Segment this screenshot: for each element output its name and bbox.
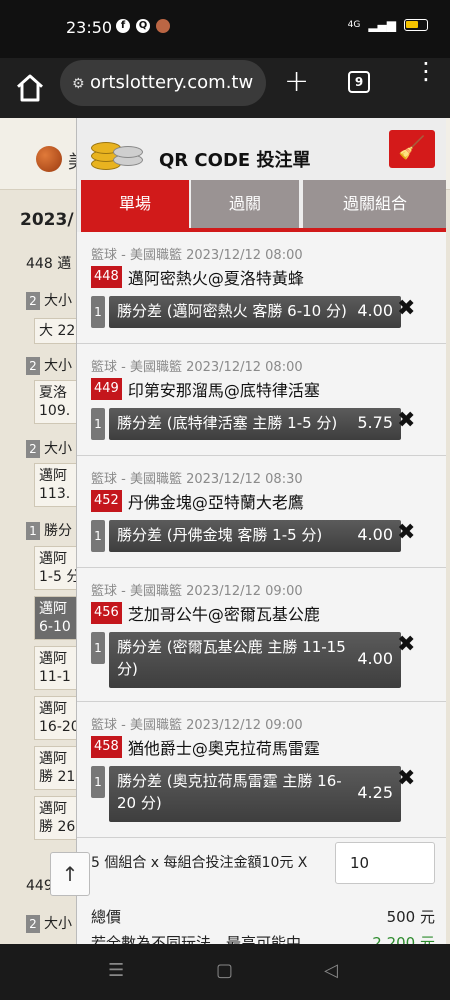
battery-icon	[404, 19, 428, 31]
scroll-to-top-button[interactable]: ↑	[50, 852, 90, 896]
signal-label: 4G	[347, 20, 361, 30]
game-number-badge: 449	[91, 378, 122, 400]
game-name: 芝加哥公牛@密爾瓦基公鹿	[127, 605, 320, 624]
site-settings-icon[interactable]: ⚙	[72, 61, 90, 106]
avatar-icon	[156, 19, 170, 33]
max-win-value: 2,200 元	[372, 934, 435, 944]
notification-icons: f Q	[116, 19, 170, 33]
background-row: 448 邁	[26, 256, 72, 272]
background-date: 2023/	[20, 210, 74, 230]
close-icon[interactable]: ✖	[397, 632, 415, 657]
tab-parlay[interactable]: 過關	[191, 180, 299, 228]
clock: 23:50	[66, 18, 113, 37]
pick-index: 1	[91, 766, 105, 798]
pick-odds: 4.00	[357, 649, 393, 668]
pick-text: 勝分差 (邁阿密熱火 客勝 6-10 分)	[117, 302, 347, 320]
pick-odds: 5.75	[357, 413, 393, 432]
game-number-badge: 448	[91, 266, 122, 288]
max-win-label: 若全數為不同玩法，最高可能中	[91, 934, 302, 944]
bet-item: 籃球 - 美國職籃 2023/12/12 09:00 458 猶他爵士@奧克拉荷馬…	[77, 702, 446, 838]
facebook-icon: f	[116, 19, 130, 33]
bet-meta: 籃球 - 美國職籃 2023/12/12 09:00	[91, 718, 303, 733]
clear-slip-button[interactable]: 🧹	[389, 130, 435, 168]
menu-icon[interactable]: ⋮	[414, 59, 438, 83]
total-value: 500 元	[386, 908, 435, 926]
pick-text: 勝分差 (奧克拉荷馬雷霆 主勝 16-20 分)	[117, 772, 342, 812]
bet-meta: 籃球 - 美國職籃 2023/12/12 08:00	[91, 360, 303, 375]
back-icon[interactable]: ◁	[324, 960, 338, 981]
background-row: 2 大小	[26, 290, 82, 318]
broom-icon: 🧹	[398, 136, 426, 161]
tab-switcher-button[interactable]: 9	[348, 71, 370, 93]
game-number-badge: 456	[91, 602, 122, 624]
bet-meta: 籃球 - 美國職籃 2023/12/12 09:00	[91, 584, 303, 599]
new-tab-icon[interactable]: +	[284, 64, 309, 99]
game-name: 猶他爵士@奧克拉荷馬雷霆	[127, 739, 320, 758]
background-row: 2 大小	[26, 913, 82, 941]
bet-meta: 籃球 - 美國職籃 2023/12/12 08:00	[91, 248, 303, 263]
pick-odds: 4.25	[357, 783, 393, 802]
close-icon[interactable]: ✖	[397, 408, 415, 433]
pick-index: 1	[91, 408, 105, 440]
total-label: 總價	[91, 908, 122, 926]
browser-toolbar: ⚙ ortslottery.com.tw + 9 ⋮	[0, 58, 450, 118]
game-number-badge: 452	[91, 490, 122, 512]
bet-type-tabs: 單場 過關 過關組合	[81, 180, 446, 228]
pick-selection[interactable]: 勝分差 (底特律活塞 主勝 1-5 分) 5.75	[109, 408, 401, 440]
pick-text: 勝分差 (丹佛金塊 客勝 1-5 分)	[117, 526, 323, 544]
bet-slip-header: QR CODE 投注單 🧹	[77, 118, 446, 180]
bet-item: 籃球 - 美國職籃 2023/12/12 09:00 456 芝加哥公牛@密爾瓦基…	[77, 568, 446, 702]
system-icons: 4G ▂▄▆	[348, 18, 428, 32]
pick-odds: 4.00	[357, 525, 393, 544]
pick-selection[interactable]: 勝分差 (密爾瓦基公鹿 主勝 11-15 分) 4.00	[109, 632, 401, 688]
q-app-icon: Q	[136, 19, 150, 33]
address-bar[interactable]: ⚙ ortslottery.com.tw	[60, 60, 266, 106]
basketball-icon	[36, 146, 62, 172]
bet-item: 籃球 - 美國職籃 2023/12/12 08:30 452 丹佛金塊@亞特蘭大老…	[77, 456, 446, 568]
tab-parlay-combo[interactable]: 過關組合	[303, 180, 446, 228]
pick-index: 1	[91, 296, 105, 328]
recent-apps-icon[interactable]: ☰	[108, 960, 124, 981]
bet-slip-panel: QR CODE 投注單 🧹 單場 過關 過關組合 籃球 - 美國職籃 2023/…	[76, 118, 446, 944]
bet-item: 籃球 - 美國職籃 2023/12/12 08:00 448 邁阿密熱火@夏洛特黃…	[77, 232, 446, 344]
pick-text: 勝分差 (密爾瓦基公鹿 主勝 11-15 分)	[117, 638, 346, 678]
stake-input[interactable]: 10	[335, 842, 435, 884]
arrow-up-icon: ↑	[61, 862, 79, 886]
background-row: 2 大小	[26, 438, 82, 466]
url-text: ortslottery.com.tw	[90, 72, 254, 93]
home-icon[interactable]	[14, 72, 46, 104]
close-icon[interactable]: ✖	[397, 766, 415, 791]
pick-selection[interactable]: 勝分差 (邁阿密熱火 客勝 6-10 分) 4.00	[109, 296, 401, 328]
home-nav-icon[interactable]: ▢	[216, 960, 233, 981]
pick-selection[interactable]: 勝分差 (奧克拉荷馬雷霆 主勝 16-20 分) 4.25	[109, 766, 401, 822]
game-name: 印第安那溜馬@底特律活塞	[127, 381, 320, 400]
game-number-badge: 458	[91, 736, 122, 758]
game-name: 丹佛金塊@亞特蘭大老鷹	[127, 493, 304, 512]
combo-description: 5 個組合 x 每組合投注金額10元 X	[91, 855, 308, 871]
bet-meta: 籃球 - 美國職籃 2023/12/12 08:30	[91, 472, 303, 487]
tab-single[interactable]: 單場	[81, 180, 189, 228]
bet-slip-title: QR CODE 投注單	[159, 150, 311, 171]
coins-icon	[89, 132, 147, 172]
close-icon[interactable]: ✖	[397, 296, 415, 321]
pick-selection[interactable]: 勝分差 (丹佛金塊 客勝 1-5 分) 4.00	[109, 520, 401, 552]
background-row: 1 勝分	[26, 520, 82, 548]
pick-index: 1	[91, 520, 105, 552]
status-bar: 23:50 f Q 4G ▂▄▆	[0, 0, 450, 58]
game-name: 邁阿密熱火@夏洛特黃蜂	[127, 269, 304, 288]
pick-index: 1	[91, 632, 105, 664]
system-navigation-bar: ☰ ▢ ◁	[0, 944, 450, 1000]
signal-icon: ▂▄▆	[368, 18, 396, 32]
pick-odds: 4.00	[357, 301, 393, 320]
pick-text: 勝分差 (底特律活塞 主勝 1-5 分)	[117, 414, 338, 432]
bet-item: 籃球 - 美國職籃 2023/12/12 08:00 449 印第安那溜馬@底特律…	[77, 344, 446, 456]
bet-summary: 5 個組合 x 每組合投注金額10元 X 10 總價 500 元 若全數為不同玩…	[77, 838, 446, 944]
background-row: 2 大小	[26, 355, 82, 383]
close-icon[interactable]: ✖	[397, 520, 415, 545]
